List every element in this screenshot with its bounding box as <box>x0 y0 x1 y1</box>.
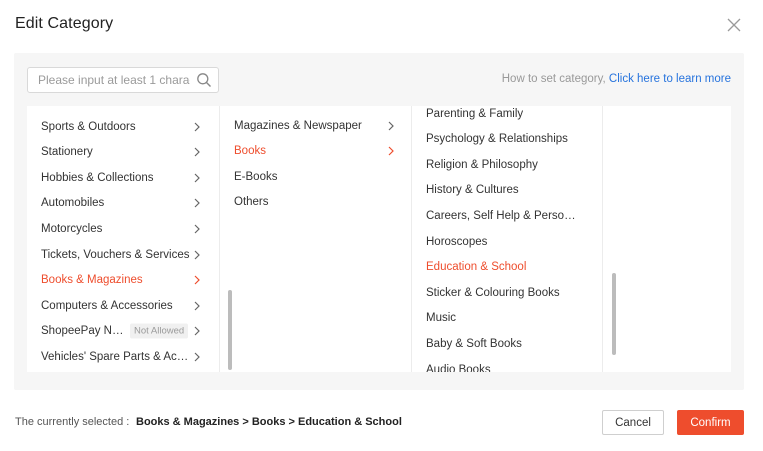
help-prefix: How to set category, <box>501 73 609 85</box>
category-item-label: Tickets, Vouchers & Services <box>41 248 190 261</box>
category-item-label: Audio Books <box>426 363 491 373</box>
edit-category-dialog: Edit Category How to set category, Click… <box>0 0 763 451</box>
learn-more-link[interactable]: Click here to learn more <box>609 73 731 85</box>
category-item-label: Automobiles <box>41 197 105 210</box>
category-item[interactable]: Others <box>220 190 411 215</box>
search-icon[interactable] <box>196 72 212 88</box>
category-item[interactable]: Sports & Outdoors <box>27 114 219 139</box>
category-item-label: Motorcycles <box>41 222 103 235</box>
search-box[interactable] <box>27 67 219 93</box>
category-item[interactable]: Sticker & Colouring Books <box>412 280 602 305</box>
category-item[interactable]: Education & School <box>412 255 602 280</box>
chevron-right-icon <box>192 198 202 208</box>
chevron-right-icon <box>192 147 202 157</box>
category-item-label: Music <box>426 312 457 325</box>
category-column-level3[interactable]: Parenting & Family Psychology & Relations… <box>411 106 603 372</box>
category-item[interactable]: Tickets, Vouchers & Services <box>27 242 219 267</box>
selected-path: Books & Magazines > Books > Education & … <box>136 416 402 428</box>
search-input[interactable] <box>38 71 190 89</box>
level1-scrollbar[interactable] <box>228 290 232 370</box>
chevron-right-icon <box>192 275 202 285</box>
category-column-empty <box>603 106 731 372</box>
category-item[interactable]: Automobiles <box>27 191 219 216</box>
confirm-button[interactable]: Confirm <box>677 410 744 435</box>
category-item-label: Baby & Soft Books <box>426 337 522 350</box>
category-columns: Sports & Outdoors Stationery Hobbies & Col… <box>27 106 731 372</box>
category-item-label: Careers, Self Help & Personal ... <box>426 209 576 222</box>
category-column-level1[interactable]: Sports & Outdoors Stationery Hobbies & Col… <box>27 106 219 372</box>
category-item[interactable]: Parenting & Family <box>412 106 602 126</box>
category-item[interactable]: Vehicles' Spare Parts & Acce... <box>27 344 219 369</box>
category-item[interactable]: E-Books <box>220 164 411 189</box>
dialog-title: Edit Category <box>15 15 114 32</box>
category-item[interactable]: Books & Magazines <box>27 268 219 293</box>
chevron-right-icon <box>386 146 396 156</box>
category-item-label: Computers & Accessories <box>41 299 173 312</box>
chevron-right-icon <box>386 121 396 131</box>
category-item-label: Vehicles' Spare Parts & Acce... <box>41 350 191 363</box>
category-item[interactable]: Baby & Soft Books <box>412 331 602 356</box>
category-item[interactable]: Magazines & Newspaper <box>220 113 411 138</box>
category-item[interactable]: Computers & Accessories <box>27 293 219 318</box>
category-item[interactable]: Stationery <box>27 140 219 165</box>
category-item-label: Books & Magazines <box>41 274 143 287</box>
category-item-label: Horoscopes <box>426 235 488 248</box>
category-item-label: ShopeePay Nea... <box>41 325 129 338</box>
help-text: How to set category, Click here to learn… <box>502 73 731 85</box>
chevron-right-icon <box>192 250 202 260</box>
selected-label: The currently selected : <box>15 416 130 428</box>
level3-scrollbar[interactable] <box>612 273 616 355</box>
chevron-right-icon <box>192 122 202 132</box>
category-item-label: Books <box>234 145 266 158</box>
category-item-label: Magazines & Newspaper <box>234 119 362 132</box>
chevron-right-icon <box>192 301 202 311</box>
category-item-label: Stationery <box>41 146 93 159</box>
chevron-right-icon <box>192 352 202 362</box>
category-item-label: Sports & Outdoors <box>41 120 136 133</box>
chevron-right-icon <box>192 224 202 234</box>
category-item[interactable]: ShopeePay Nea... Not Allowed <box>27 319 219 344</box>
category-item-label: Religion & Philosophy <box>426 158 538 171</box>
category-item[interactable]: Religion & Philosophy <box>412 152 602 177</box>
category-item-label: Others <box>234 196 269 209</box>
category-item-label: Hobbies & Collections <box>41 171 154 184</box>
category-item[interactable]: History & Cultures <box>412 178 602 203</box>
category-item-label: Sticker & Colouring Books <box>426 286 560 299</box>
category-item[interactable]: Careers, Self Help & Personal ... <box>412 203 602 228</box>
category-item-label: E-Books <box>234 170 278 183</box>
category-item[interactable]: Hobbies & Collections <box>27 165 219 190</box>
close-icon[interactable] <box>725 16 743 34</box>
category-item-label: Psychology & Relationships <box>426 133 568 146</box>
category-item[interactable]: Music <box>412 306 602 331</box>
chevron-right-icon <box>192 326 202 336</box>
category-item-label: History & Cultures <box>426 184 519 197</box>
category-panel: How to set category, Click here to learn… <box>14 53 744 390</box>
not-allowed-badge: Not Allowed <box>130 323 189 339</box>
category-item[interactable]: Audio Books <box>412 357 602 373</box>
category-item[interactable]: Horoscopes <box>412 229 602 254</box>
category-column-level2[interactable]: Magazines & Newspaper Books E-Books Others <box>219 106 411 372</box>
category-item[interactable]: Motorcycles <box>27 216 219 241</box>
category-item[interactable]: Psychology & Relationships <box>412 127 602 152</box>
cancel-button[interactable]: Cancel <box>602 410 664 435</box>
chevron-right-icon <box>192 173 202 183</box>
category-item-label: Parenting & Family <box>426 107 524 120</box>
category-item[interactable]: Books <box>220 139 411 164</box>
category-item-label: Education & School <box>426 261 527 274</box>
